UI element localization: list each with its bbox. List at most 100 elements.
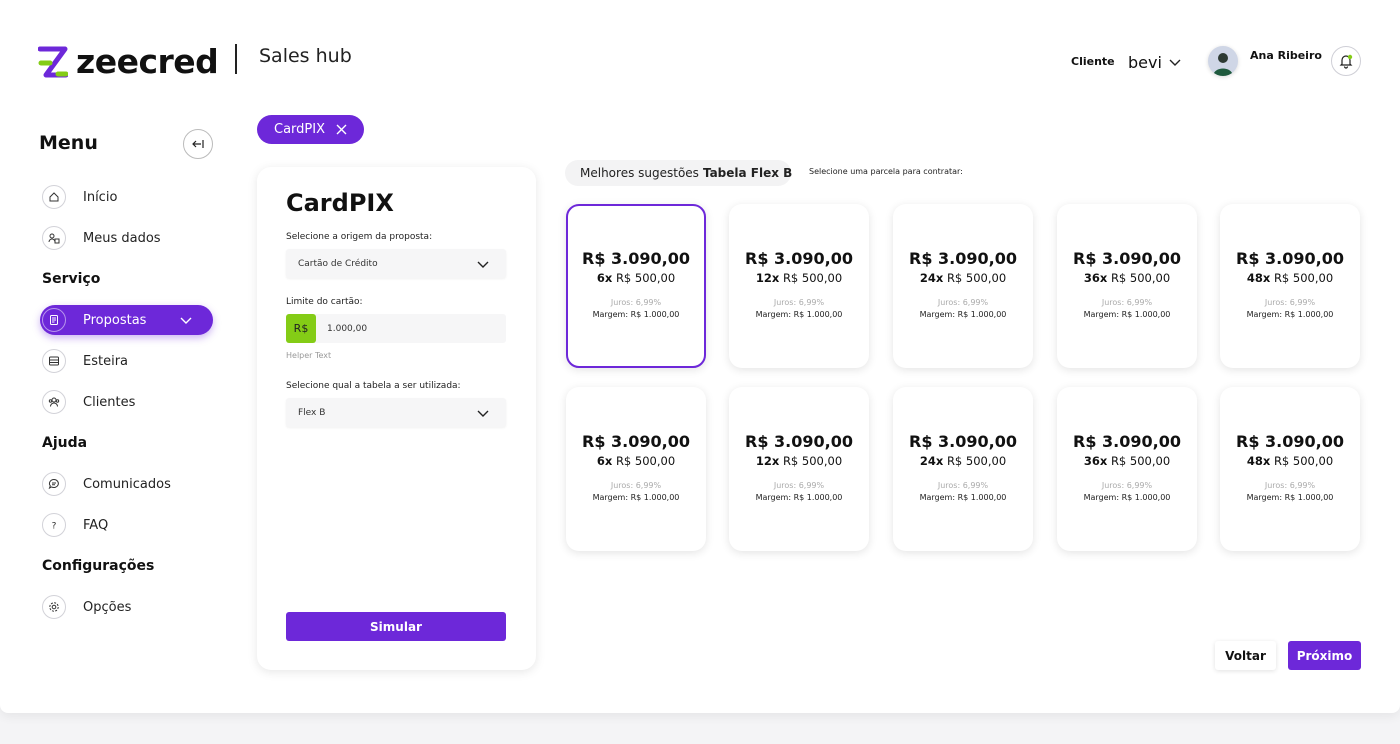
collapse-sidebar-button[interactable] [183, 129, 213, 159]
user-data-icon [42, 226, 66, 250]
installment-card[interactable]: R$ 3.090,00 6x R$ 500,00 Juros: 6,99% Marge… [566, 204, 706, 368]
client-value: bevi [1128, 52, 1162, 72]
gear-icon [42, 595, 66, 619]
installment-card[interactable]: R$ 3.090,00 12x R$ 500,00 Juros: 6,99% Marg… [729, 387, 869, 551]
sidebar-item-comunicados[interactable]: Comunicados [40, 469, 213, 499]
card-installment-value: R$ 500,00 [946, 271, 1007, 285]
logo[interactable]: zeecred [37, 42, 219, 81]
card-juros: Juros: 6,99% [610, 481, 662, 490]
user-name[interactable]: Ana Ribeiro [1250, 49, 1322, 62]
card-amount: R$ 3.090,00 [1236, 432, 1344, 451]
suggestions-title: Melhores sugestões Tabela Flex B [565, 160, 793, 186]
sidebar-item-label: Clientes [83, 394, 136, 410]
card-juros: Juros: 6,99% [1264, 298, 1316, 307]
card-installments: 24x R$ 500,00 [893, 454, 1033, 468]
header-divider [235, 44, 237, 74]
card-juros: Juros: 6,99% [1101, 481, 1153, 490]
limit-value: 1.000,00 [327, 323, 368, 334]
client-label: Cliente [1071, 55, 1115, 68]
card-amount: R$ 3.090,00 [745, 432, 853, 451]
card-installments: 48x R$ 500,00 [1220, 271, 1360, 285]
card-installment-count: 12x [755, 271, 780, 285]
installment-card[interactable]: R$ 3.090,00 12x R$ 500,00 Juros: 6,99% Marg… [729, 204, 869, 368]
installment-card[interactable]: R$ 3.090,00 36x R$ 500,00 Juros: 6,99% Marg… [1057, 204, 1197, 368]
card-installment-value: R$ 500,00 [782, 271, 843, 285]
card-installment-count: 36x [1083, 454, 1108, 468]
card-margem: Margem: R$ 1.000,00 [1083, 493, 1171, 502]
table-select[interactable]: Flex B [286, 398, 506, 427]
sidebar-item-label: Esteira [83, 353, 129, 369]
card-margem: Margem: R$ 1.000,00 [755, 310, 843, 319]
card-installment-value: R$ 500,00 [1110, 454, 1171, 468]
card-juros: Juros: 6,99% [773, 481, 825, 490]
sidebar-item-clientes[interactable]: Clientes [40, 387, 213, 417]
card-installments: 24x R$ 500,00 [893, 271, 1033, 285]
zeecred-logo-icon [37, 46, 69, 78]
card-juros: Juros: 6,99% [937, 298, 989, 307]
sidebar-item-label: Comunicados [83, 476, 171, 492]
back-button[interactable]: Voltar [1215, 641, 1276, 670]
card-installments: 12x R$ 500,00 [729, 454, 869, 468]
installment-card[interactable]: R$ 3.090,00 48x R$ 500,00 Juros: 6,99% Marg… [1220, 204, 1360, 368]
card-juros: Juros: 6,99% [937, 481, 989, 490]
limit-input[interactable]: R$ 1.000,00 [286, 314, 506, 343]
card-margem: Margem: R$ 1.000,00 [919, 493, 1007, 502]
card-installment-value: R$ 500,00 [946, 454, 1007, 468]
card-installment-count: 6x [596, 271, 613, 285]
sidebar-item-label: Opções [83, 599, 132, 615]
origin-value: Cartão de Crédito [298, 258, 378, 269]
card-installment-value: R$ 500,00 [1273, 271, 1334, 285]
card-amount: R$ 3.090,00 [1073, 249, 1181, 268]
origin-select[interactable]: Cartão de Crédito [286, 249, 506, 278]
bell-icon [1339, 54, 1353, 69]
card-installment-value: R$ 500,00 [1273, 454, 1334, 468]
sidebar-item-esteira[interactable]: Esteira [40, 346, 213, 376]
sidebar-item-faq[interactable]: ? FAQ [40, 510, 213, 540]
app-frame: zeecred Sales hub Cliente bevi Ana Ribei… [0, 0, 1400, 713]
chevron-down-icon[interactable] [179, 313, 193, 327]
simulate-button[interactable]: Simular [286, 612, 506, 641]
card-installments: 48x R$ 500,00 [1220, 454, 1360, 468]
card-installments: 6x R$ 500,00 [566, 454, 706, 468]
product-filter-chip[interactable]: CardPIX [257, 115, 364, 144]
card-installments: 6x R$ 500,00 [568, 271, 704, 285]
installment-card[interactable]: R$ 3.090,00 6x R$ 500,00 Juros: 6,99% Marge… [566, 387, 706, 551]
suggestions-hint: Selecione uma parcela para contratar: [809, 167, 963, 176]
next-button[interactable]: Próximo [1288, 641, 1361, 670]
people-icon [42, 390, 66, 414]
client-select[interactable]: bevi [1124, 48, 1188, 76]
sidebar-item-opcoes[interactable]: Opções [40, 592, 213, 622]
sidebar-item-label: FAQ [83, 517, 109, 533]
helper-text: Helper Text [286, 351, 332, 360]
close-icon[interactable] [335, 123, 348, 136]
card-installments: 36x R$ 500,00 [1057, 454, 1197, 468]
installment-card[interactable]: R$ 3.090,00 48x R$ 500,00 Juros: 6,99% Marg… [1220, 387, 1360, 551]
installment-card[interactable]: R$ 3.090,00 24x R$ 500,00 Juros: 6,99% Marg… [893, 387, 1033, 551]
hub-title: Sales hub [259, 45, 352, 67]
avatar[interactable] [1208, 46, 1238, 76]
suggestions-table-name: Tabela Flex B [702, 166, 793, 180]
installment-card[interactable]: R$ 3.090,00 36x R$ 500,00 Juros: 6,99% Marg… [1057, 387, 1197, 551]
card-installment-count: 48x [1246, 271, 1271, 285]
card-installments: 36x R$ 500,00 [1057, 271, 1197, 285]
card-juros: Juros: 6,99% [610, 298, 662, 307]
sidebar-item-propostas[interactable]: Propostas [40, 305, 213, 335]
notification-button[interactable] [1331, 46, 1361, 76]
card-juros: Juros: 6,99% [773, 298, 825, 307]
card-amount: R$ 3.090,00 [909, 432, 1017, 451]
sidebar-item-meus-dados[interactable]: Meus dados [40, 223, 213, 253]
sidebar-item-label: Início [83, 189, 118, 205]
chat-icon [42, 472, 66, 496]
table-label: Selecione qual a tabela a ser utilizada: [286, 381, 461, 391]
document-icon [42, 308, 66, 332]
card-amount: R$ 3.090,00 [909, 249, 1017, 268]
installment-card[interactable]: R$ 3.090,00 24x R$ 500,00 Juros: 6,99% Marg… [893, 204, 1033, 368]
card-margem: Margem: R$ 1.000,00 [1246, 310, 1334, 319]
chevron-down-icon [477, 261, 489, 268]
section-title-configuracoes: Configurações [42, 558, 155, 574]
table-value: Flex B [298, 407, 326, 418]
sidebar-item-inicio[interactable]: Início [40, 182, 213, 212]
card-amount: R$ 3.090,00 [1073, 432, 1181, 451]
chevron-down-icon [1169, 59, 1181, 66]
suggestions-prefix: Melhores sugestões [580, 166, 699, 180]
